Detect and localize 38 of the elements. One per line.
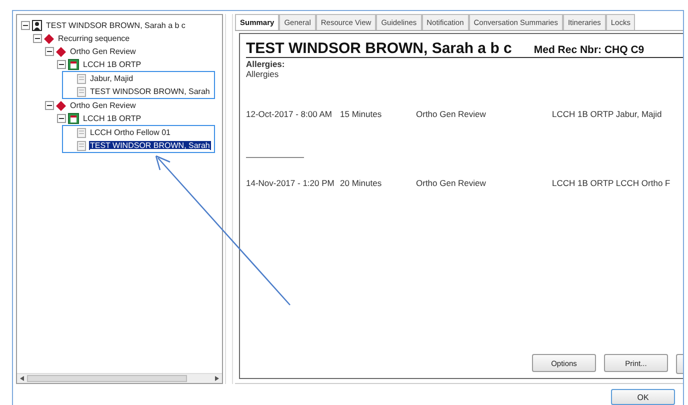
- tree-item[interactable]: Ortho Gen Review: [69, 101, 137, 110]
- document-icon: [77, 128, 86, 138]
- calendar-icon: [68, 59, 79, 70]
- tree-item[interactable]: TEST WINDSOR BROWN, Sarah a b c: [45, 21, 186, 30]
- diamond-icon: [56, 100, 66, 110]
- tree-item[interactable]: Recurring sequence: [57, 34, 131, 43]
- collapse-icon[interactable]: [45, 47, 54, 56]
- tree-item[interactable]: LCCH 1B ORTP: [82, 60, 142, 69]
- collapse-icon[interactable]: [57, 60, 66, 69]
- allergies-heading: Allergies:: [246, 59, 286, 69]
- document-icon: [77, 86, 86, 96]
- appointment-resource: LCCH 1B ORTP Jabur, Majid: [552, 109, 662, 119]
- tree-item[interactable]: Jabur, Majid: [89, 74, 134, 83]
- tree-item[interactable]: LCCH Ortho Fellow 01: [89, 128, 172, 137]
- collapse-icon[interactable]: [21, 21, 30, 30]
- allergies-text: Allergies: [246, 69, 280, 79]
- collapse-icon[interactable]: [33, 34, 42, 43]
- appointment-resource: LCCH 1B ORTP LCCH Ortho F: [552, 178, 670, 188]
- collapse-icon[interactable]: [57, 114, 66, 123]
- calendar-icon: [68, 113, 79, 124]
- tree-item[interactable]: LCCH 1B ORTP: [82, 114, 142, 123]
- document-icon: [77, 140, 86, 150]
- med-rec-number: Med Rec Nbr: CHQ C9: [534, 44, 644, 56]
- patient-name: TEST WINDSOR BROWN, Sarah a b c: [246, 40, 512, 57]
- tree-item[interactable]: TEST WINDSOR BROWN, Sarah: [89, 87, 211, 96]
- appointment-duration: 20 Minutes: [340, 178, 383, 188]
- ok-button[interactable]: OK: [611, 389, 675, 405]
- tree-item[interactable]: TEST WINDSOR BROWN, Sarah: [89, 141, 211, 150]
- appointment-type: Ortho Gen Review: [416, 178, 487, 188]
- appointment-duration: 15 Minutes: [340, 109, 383, 119]
- document-icon: [77, 74, 86, 84]
- appointment-date: 14-Nov-2017 - 1:20 PM: [246, 178, 336, 188]
- tree-item[interactable]: Ortho Gen Review: [69, 47, 137, 56]
- person-icon: [32, 20, 42, 31]
- horizontal-scrollbar[interactable]: [17, 373, 222, 383]
- appointment-date: 12-Oct-2017 - 8:00 AM: [246, 109, 333, 119]
- collapse-icon[interactable]: [45, 101, 54, 110]
- appointment-type: Ortho Gen Review: [416, 109, 487, 119]
